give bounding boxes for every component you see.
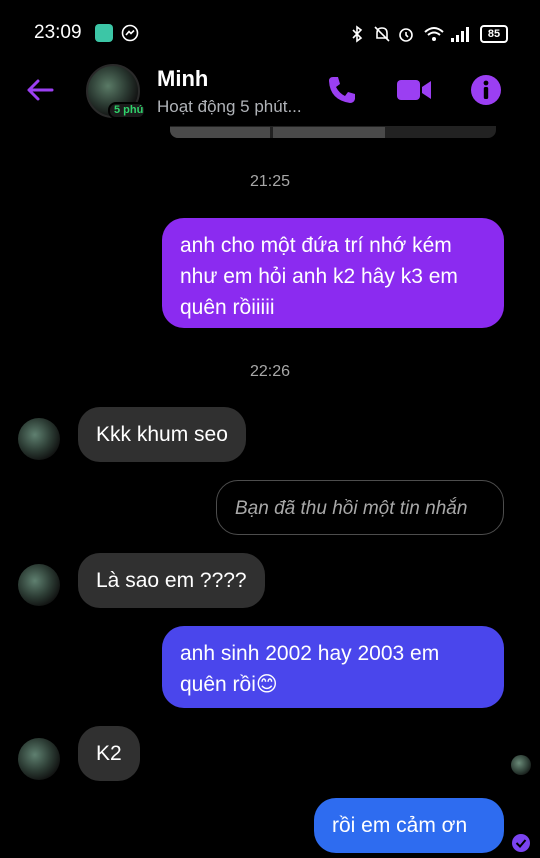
- sender-avatar[interactable]: [18, 418, 60, 460]
- timestamp: 22:26: [249, 363, 291, 380]
- sent-message[interactable]: rồi em cảm ơn: [314, 798, 504, 853]
- sender-avatar[interactable]: [18, 738, 60, 780]
- video-call-button[interactable]: [395, 74, 433, 111]
- status-time: 23:09: [34, 22, 82, 43]
- app-icon: [95, 24, 113, 42]
- info-icon: [471, 75, 501, 105]
- sender-avatar[interactable]: [18, 564, 60, 606]
- alarm-icon: [397, 25, 415, 48]
- contact-name[interactable]: Minh: [157, 66, 208, 92]
- timestamp: 21:25: [249, 173, 291, 190]
- seen-avatar-icon: [511, 755, 531, 775]
- signal-icon: [450, 25, 472, 48]
- call-button[interactable]: [326, 74, 358, 111]
- delivered-check-icon: [512, 834, 530, 852]
- received-message[interactable]: Kkk khum seo: [78, 407, 246, 462]
- received-message[interactable]: Là sao em ????: [78, 553, 265, 608]
- messenger-icon: [121, 24, 139, 47]
- video-icon: [397, 80, 431, 100]
- bluetooth-icon: [350, 25, 364, 48]
- active-badge: 5 phút: [108, 102, 146, 119]
- wifi-icon: [423, 25, 445, 48]
- sent-message[interactable]: anh cho một đứa trí nhớ kém như em hỏi a…: [162, 218, 504, 328]
- sent-message[interactable]: anh sinh 2002 hay 2003 em quên rồi😊: [162, 626, 504, 708]
- unsent-message-notice[interactable]: Bạn đã thu hồi một tin nhắn: [216, 480, 504, 535]
- phone-icon: [329, 77, 355, 103]
- back-button[interactable]: [24, 74, 56, 111]
- received-message[interactable]: K2: [78, 726, 140, 781]
- mute-icon: [373, 25, 391, 48]
- battery-indicator: 85: [480, 25, 508, 43]
- active-status: Hoạt động 5 phút...: [157, 97, 302, 116]
- previous-media-preview[interactable]: [170, 126, 496, 138]
- back-arrow-icon: [27, 79, 54, 101]
- info-button[interactable]: [470, 74, 502, 111]
